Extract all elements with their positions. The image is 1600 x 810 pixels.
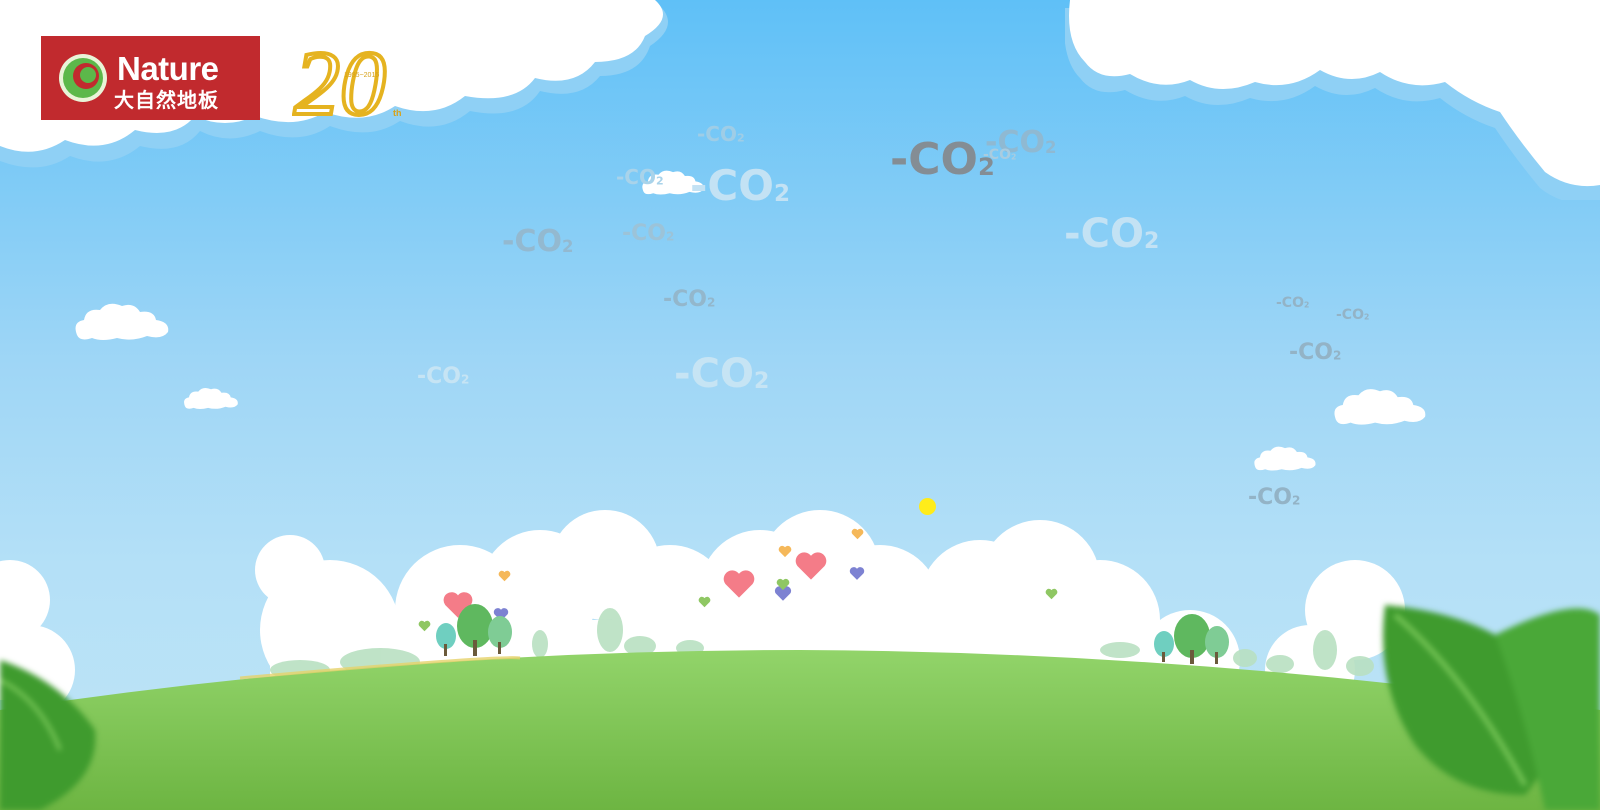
heart-decoration xyxy=(723,570,755,598)
co2-label: -CO2 xyxy=(1064,211,1160,257)
grass-hill xyxy=(0,650,1600,810)
co2-label: -CO2 xyxy=(417,364,470,389)
heart-decoration xyxy=(778,545,792,558)
leaf-bottom-left xyxy=(0,660,96,810)
cloud-small-2 xyxy=(184,387,238,410)
cloud-small-4 xyxy=(1254,446,1316,471)
co2-label: -CO2 xyxy=(663,287,716,312)
co2-label: -CO2 xyxy=(1276,295,1310,311)
brand-name-cn: 大自然地板 xyxy=(114,88,219,112)
co2-label: -CO2 xyxy=(697,122,745,146)
cloud-top-right xyxy=(1065,0,1600,200)
brand-name-en: Nature xyxy=(117,50,219,87)
heart-decoration xyxy=(498,570,511,582)
anniversary-number: 20 xyxy=(294,34,386,124)
co2-label: -CO2 xyxy=(890,134,995,185)
heart-decoration xyxy=(776,578,790,591)
co2-label: -CO2 xyxy=(674,351,770,397)
co2-label: -CO2 xyxy=(616,165,664,189)
heart-decoration xyxy=(851,528,864,540)
co2-label: -CO2 xyxy=(1248,485,1301,510)
cloud-small-3 xyxy=(1334,389,1426,425)
co2-label: -CO2 xyxy=(502,224,574,259)
brand-ring-icon xyxy=(59,54,107,102)
leaf-bottom-right xyxy=(1383,605,1600,810)
co2-label: -CO2 xyxy=(690,161,791,210)
co2-label: -CO2 xyxy=(622,221,675,246)
anniversary-years: 1995~2015 xyxy=(344,72,380,79)
heart-decoration xyxy=(849,567,865,580)
cloud-small-1 xyxy=(75,303,169,340)
heart-decoration xyxy=(795,552,827,580)
sky-scene: -CO2 -CO2 -CO2 -CO2 -CO2 -CO2 -CO2 -CO2 … xyxy=(0,0,1600,810)
co2-label: -CO2 xyxy=(1289,340,1342,365)
co2-label: -CO2 xyxy=(1336,307,1370,323)
brand-logo: Nature 大自然地板 xyxy=(41,36,260,120)
co2-label: -CO2 xyxy=(983,147,1017,163)
heart-decoration xyxy=(1045,588,1058,600)
anniversary-suffix: th xyxy=(393,108,402,118)
